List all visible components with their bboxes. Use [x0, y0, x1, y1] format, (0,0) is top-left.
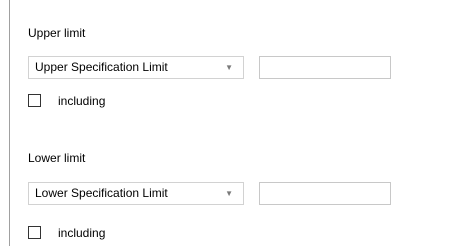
lower-limit-type-value: Lower Specification Limit [35, 186, 168, 200]
upper-including-checkbox[interactable] [28, 94, 41, 107]
upper-including-label: including [58, 94, 106, 108]
lower-including-label: including [58, 226, 106, 240]
lower-including-checkbox[interactable] [28, 226, 41, 239]
limits-panel: Upper limit Upper Specification Limit ▼ … [0, 0, 449, 246]
upper-limit-value-input[interactable] [259, 56, 391, 79]
lower-limit-value-input[interactable] [259, 182, 391, 205]
panel-left-border [9, 0, 10, 246]
lower-limit-type-dropdown[interactable]: Lower Specification Limit ▼ [28, 182, 244, 205]
chevron-down-icon: ▼ [225, 63, 233, 72]
upper-limit-type-value: Upper Specification Limit [35, 60, 168, 74]
upper-limit-label: Upper limit [28, 26, 86, 40]
chevron-down-icon: ▼ [225, 189, 233, 198]
upper-limit-type-dropdown[interactable]: Upper Specification Limit ▼ [28, 56, 244, 79]
lower-limit-label: Lower limit [28, 151, 86, 165]
